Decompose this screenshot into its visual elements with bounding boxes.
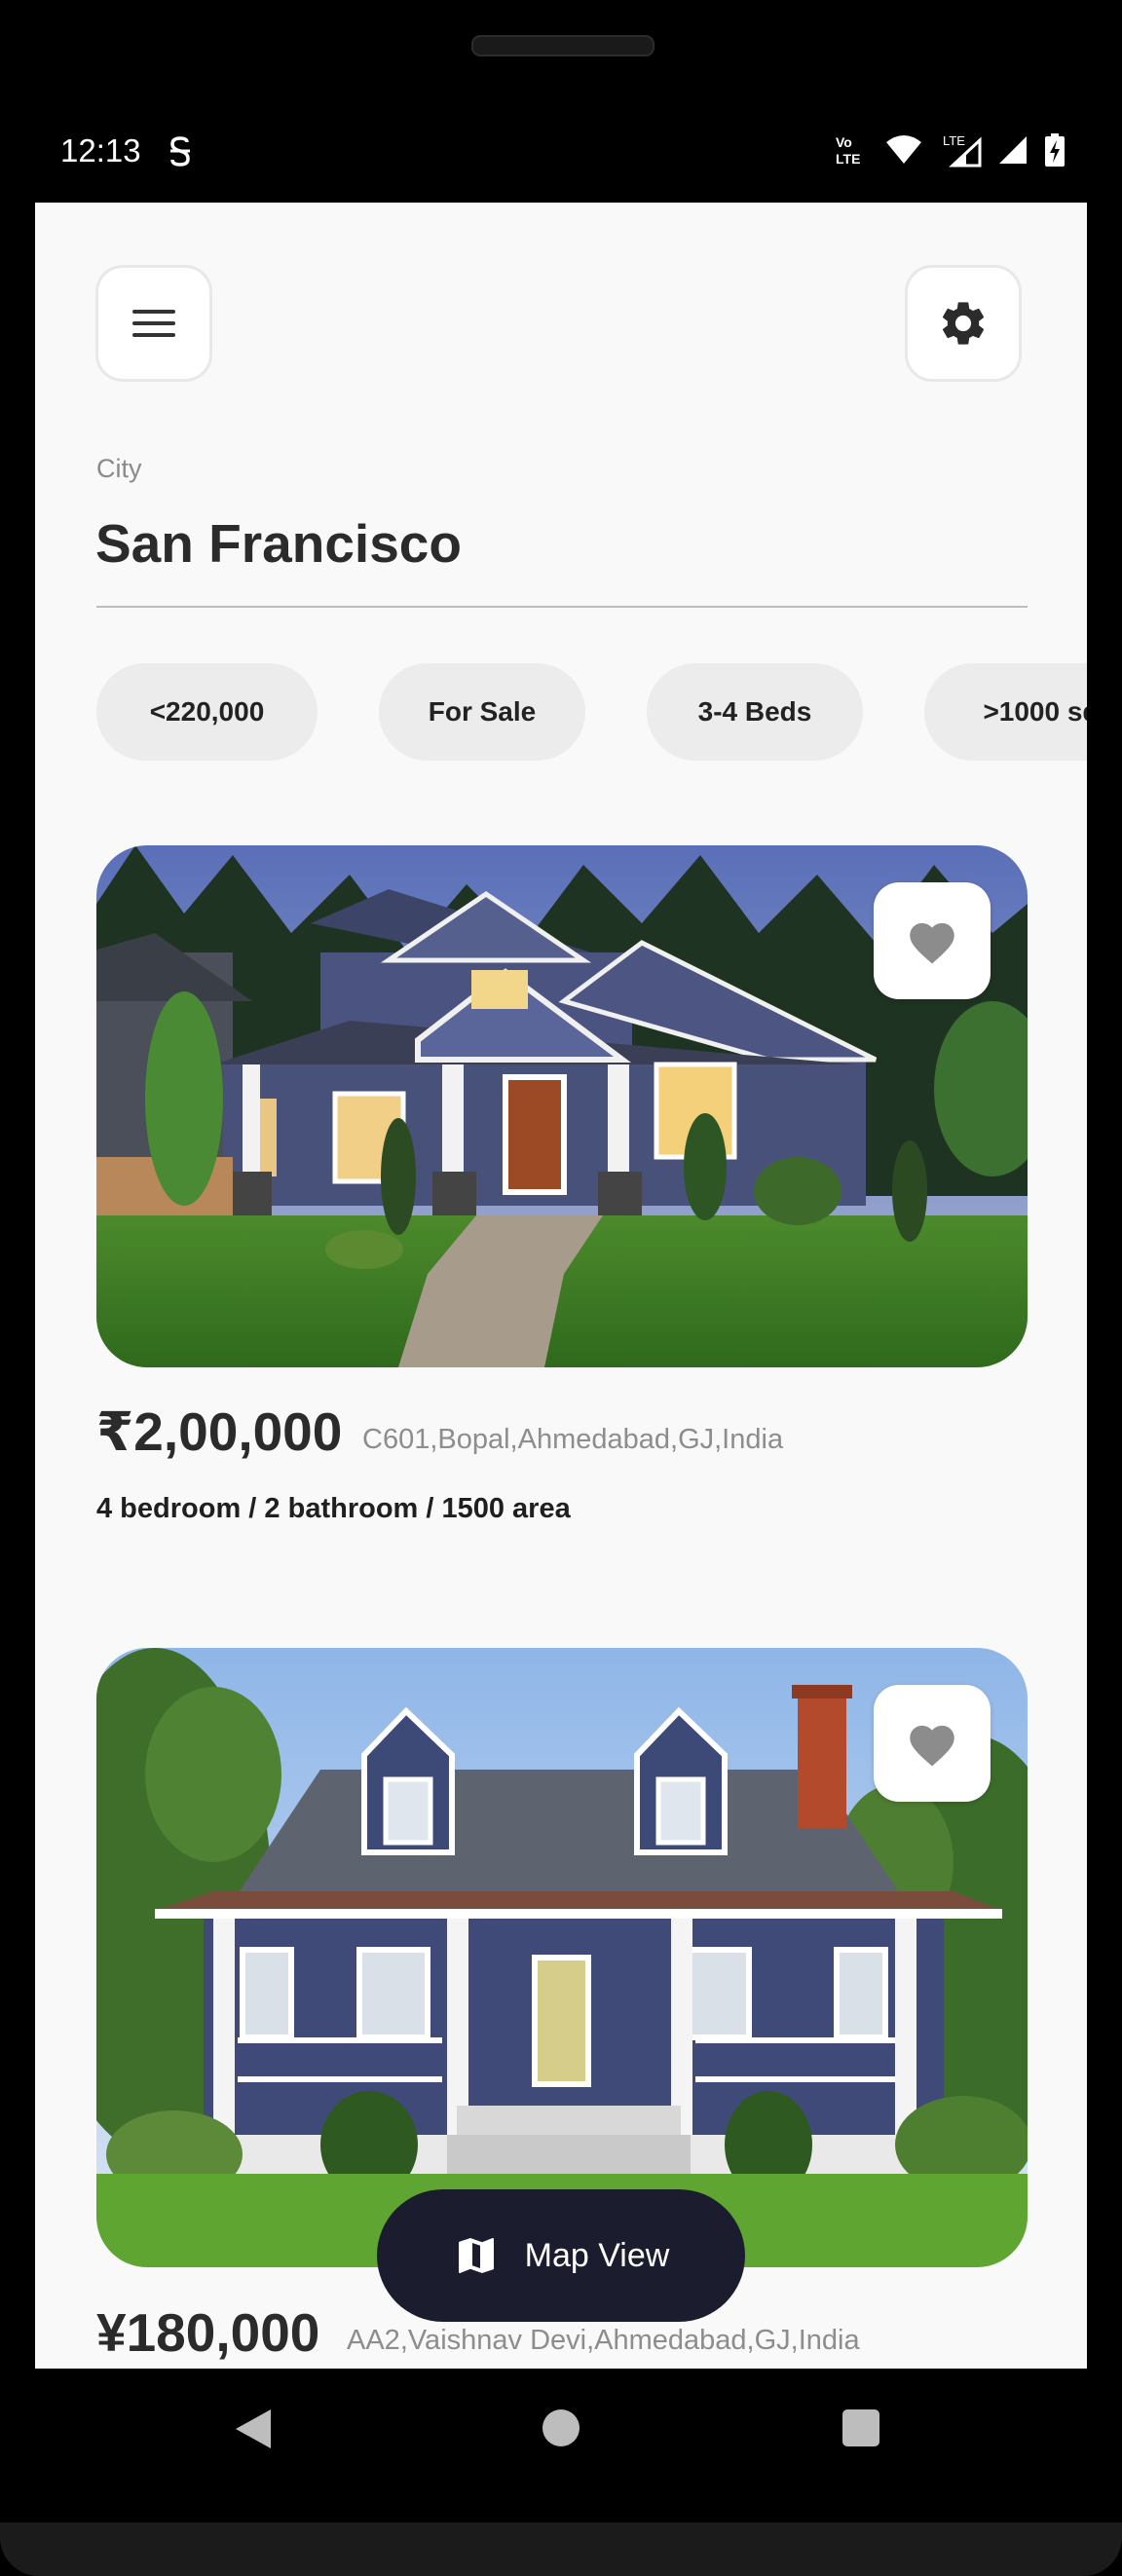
volte-icon: Vo LTE [836, 134, 860, 167]
svg-text:LTE: LTE [836, 151, 860, 167]
map-view-button[interactable]: Map View [377, 2189, 745, 2322]
listing-price: ₹2,00,000 [96, 1401, 343, 1462]
filter-chip-price[interactable]: <220,000 [96, 663, 318, 761]
gear-icon [942, 302, 985, 345]
status-time: 12:13 [60, 132, 141, 168]
phone-frame: 12:13 Vo LTE LTE City San Francisco <220… [0, 0, 1122, 2576]
status-icons: Vo LTE LTE [834, 132, 1066, 168]
recents-icon[interactable] [842, 2409, 879, 2446]
app-screen: City San Francisco <220,000 For Sale 3-4… [35, 203, 1087, 2369]
listing-address: C601,Bopal,Ahmedabad,GJ,India [362, 1424, 784, 1455]
filter-chip-beds[interactable]: 3-4 Beds [647, 663, 863, 761]
favorite-button[interactable] [874, 882, 991, 999]
filter-chip-area[interactable]: >1000 sq [924, 663, 1087, 761]
s-icon [170, 136, 190, 167]
svg-text:Vo: Vo [836, 134, 852, 150]
map-icon [458, 2238, 494, 2273]
phone-bottom-edge [0, 2522, 1122, 2576]
signal-icon [999, 136, 1027, 164]
back-icon[interactable] [234, 2408, 273, 2450]
heart-icon [910, 922, 954, 964]
svg-text:LTE: LTE [943, 133, 965, 148]
menu-button[interactable] [95, 265, 212, 382]
favorite-button[interactable] [874, 1685, 991, 1802]
map-view-label: Map View [524, 2236, 670, 2274]
listing-address: AA2,Vaishnav Devi,Ahmedabad,GJ,India [347, 2325, 860, 2356]
earpiece-speaker [471, 35, 654, 56]
listing-price: ¥180,000 [96, 2302, 320, 2363]
listing-details: 4 bedroom / 2 bathroom / 1500 area [96, 1493, 571, 1524]
listing-image[interactable] [96, 845, 1028, 1367]
filter-chip-for-sale[interactable]: For Sale [379, 663, 585, 761]
status-bar: 12:13 Vo LTE LTE [0, 117, 1122, 195]
city-input-underline [96, 606, 1028, 608]
heart-icon [910, 1725, 954, 1767]
city-label: City [96, 454, 142, 483]
filter-chips: <220,000 For Sale 3-4 Beds >1000 sq [96, 663, 1087, 761]
settings-button[interactable] [905, 265, 1022, 382]
city-input[interactable]: San Francisco [95, 512, 462, 575]
home-icon[interactable] [542, 2409, 580, 2446]
listing-image[interactable] [96, 1648, 1028, 2267]
system-nav-bar [0, 2369, 1122, 2485]
menu-icon [132, 310, 175, 337]
battery-charging-icon [1045, 133, 1065, 167]
wifi-icon [886, 135, 921, 164]
lte-signal-icon: LTE [943, 133, 982, 168]
